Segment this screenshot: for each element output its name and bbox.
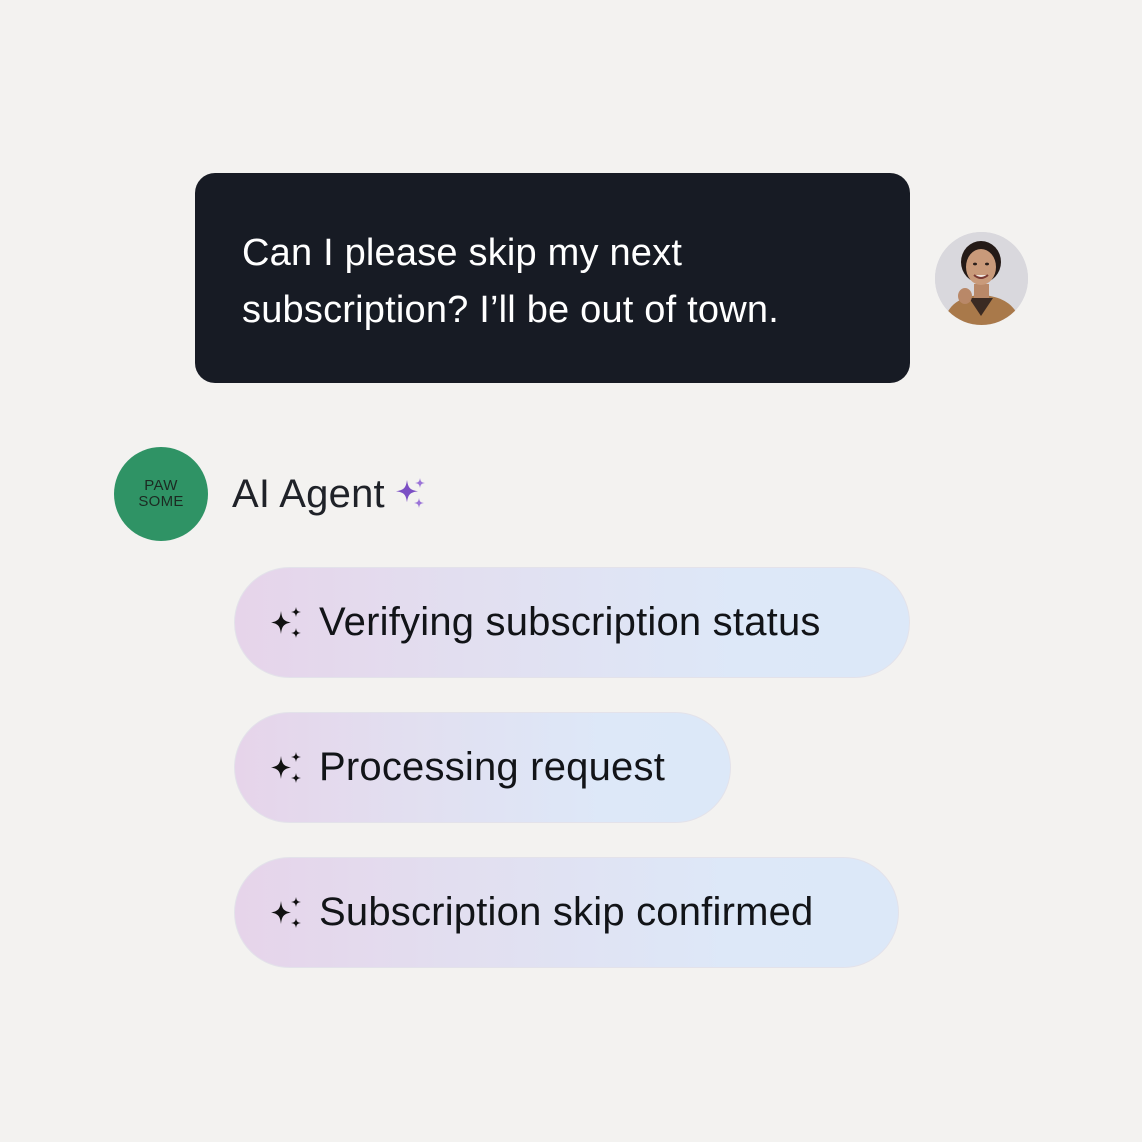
user-message-line: Can I please skip my next xyxy=(242,232,683,274)
status-step-pill: Subscription skip confirmed xyxy=(234,857,899,968)
agent-logo-text: PAW xyxy=(144,477,178,494)
sparkle-icon xyxy=(395,478,425,508)
step-label: Verifying subscription status xyxy=(319,600,821,644)
sparkle-icon xyxy=(271,751,301,783)
sparkle-icon xyxy=(271,606,301,638)
agent-name: AI Agent xyxy=(232,471,385,516)
chat-canvas: Can I please skip my next subscription? … xyxy=(0,0,1142,1142)
step-label: Processing request xyxy=(319,745,666,789)
agent-logo-text: SOME xyxy=(138,493,184,510)
agent-header: AI Agent xyxy=(232,470,427,518)
status-step-pill: Verifying subscription status xyxy=(234,567,910,678)
status-step-pill: Processing request xyxy=(234,712,731,823)
sparkle-icon xyxy=(271,896,301,928)
person-avatar-icon xyxy=(935,232,1028,325)
user-message-bubble: Can I please skip my next subscription? … xyxy=(195,173,910,383)
user-avatar xyxy=(935,232,1028,325)
step-label: Subscription skip confirmed xyxy=(319,890,814,934)
agent-brand-logo: PAW SOME xyxy=(114,447,208,541)
user-message-line: subscription? I’ll be out of town. xyxy=(242,289,779,331)
